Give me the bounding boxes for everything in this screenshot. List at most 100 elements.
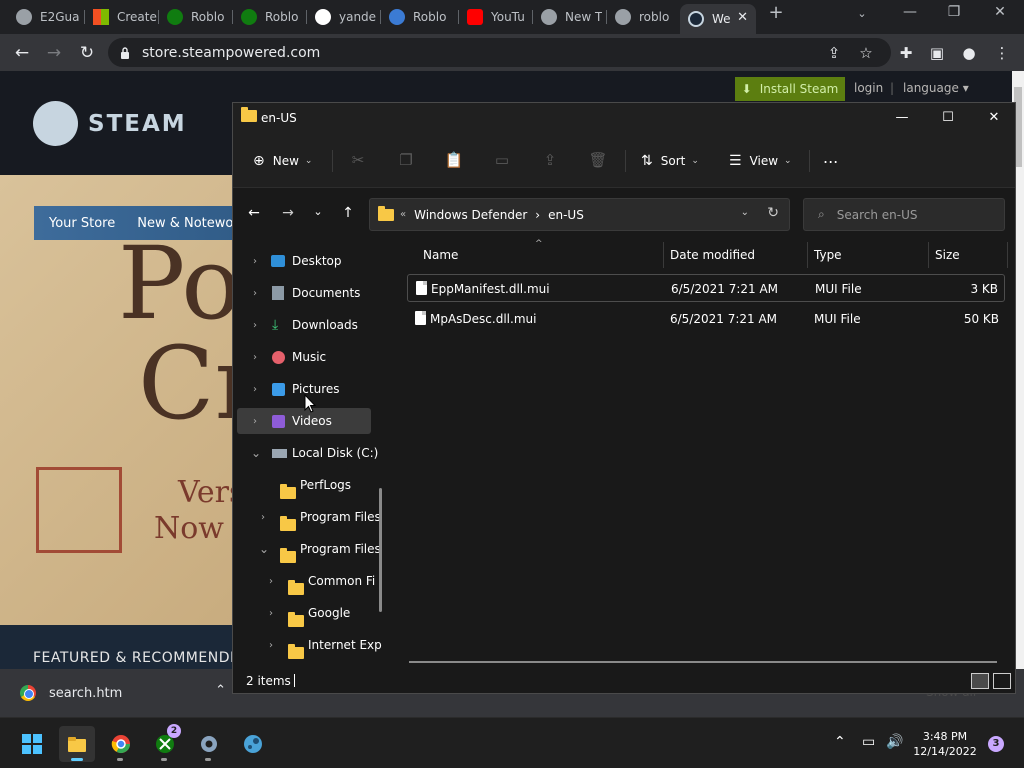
view-button[interactable]: ☰ View ⌄: [729, 150, 792, 172]
back-button[interactable]: ←: [243, 205, 265, 225]
recent-locations-button[interactable]: ⌄: [307, 205, 329, 225]
tiles-view-icon[interactable]: [993, 673, 1011, 689]
chevron-right-icon[interactable]: ›: [261, 512, 265, 523]
close-window-button[interactable]: ✕: [978, 4, 1022, 20]
install-steam-button[interactable]: ⬇ Install Steam: [735, 77, 845, 101]
back-button[interactable]: ←: [10, 41, 34, 65]
taskbar-file-explorer[interactable]: [59, 726, 95, 762]
nav-item-program-files[interactable]: › Program Files: [237, 504, 381, 531]
nav-your-store[interactable]: Your Store: [49, 216, 115, 231]
browser-tab[interactable]: E2Gua: [8, 4, 84, 30]
nav-item-perflogs[interactable]: PerfLogs: [237, 472, 371, 499]
browser-tab[interactable]: roblo: [607, 4, 679, 30]
volume-icon[interactable]: 🔊: [886, 734, 903, 750]
chevron-right-icon[interactable]: ›: [253, 352, 257, 363]
chevron-right-icon[interactable]: ›: [269, 608, 273, 619]
extensions-icon[interactable]: ✚: [895, 42, 917, 64]
clock[interactable]: 3:48 PM 12/14/2022: [910, 729, 980, 759]
language-dropdown[interactable]: language ▾: [903, 81, 969, 95]
forward-button[interactable]: →: [277, 205, 299, 225]
network-icon[interactable]: ▭: [862, 734, 875, 750]
chevron-up-icon[interactable]: ⌃: [215, 683, 226, 698]
explorer-address-bar[interactable]: « Windows Defender › en-US ⌄ ↻: [369, 198, 790, 231]
taskbar-xbox[interactable]: 2: [147, 724, 183, 762]
notification-count-badge[interactable]: 3: [988, 736, 1004, 752]
chevron-right-icon[interactable]: ›: [269, 576, 273, 587]
browser-tab[interactable]: New T: [533, 4, 605, 30]
breadcrumb-overflow[interactable]: «: [400, 209, 406, 220]
maximize-button[interactable]: ☐: [925, 107, 971, 129]
chevron-right-icon[interactable]: ›: [253, 416, 257, 427]
browser-tab[interactable]: Roblo: [381, 4, 457, 30]
details-view-icon[interactable]: [971, 673, 989, 689]
nav-item-internet-explorer[interactable]: › Internet Exp: [237, 632, 382, 659]
close-button[interactable]: ✕: [971, 107, 1017, 129]
nav-item-music[interactable]: › Music: [237, 344, 371, 370]
forward-button[interactable]: →: [42, 41, 66, 65]
minimize-button[interactable]: —: [888, 4, 932, 20]
browser-tab[interactable]: Create: [85, 4, 157, 30]
breadcrumb-separator[interactable]: ›: [535, 208, 540, 222]
chevron-down-icon[interactable]: ⌄: [259, 542, 269, 556]
chevron-down-icon[interactable]: ⌄: [741, 207, 749, 218]
chevron-right-icon[interactable]: ›: [253, 384, 257, 395]
sort-button[interactable]: ⇅ Sort ⌄: [641, 150, 699, 172]
cut-icon[interactable]: ✂: [347, 151, 369, 171]
paste-icon[interactable]: 📋: [443, 151, 465, 171]
new-tab-button[interactable]: +: [754, 2, 798, 23]
browser-tab[interactable]: Roblo: [233, 4, 305, 30]
browser-tab[interactable]: YouTu: [459, 4, 531, 30]
chrome-menu-icon[interactable]: ⋮: [991, 42, 1013, 64]
breadcrumb-windows-defender[interactable]: Windows Defender: [414, 208, 527, 222]
column-header-type[interactable]: Type: [814, 248, 842, 266]
nav-item-local-disk[interactable]: ⌄ Local Disk (C:): [237, 440, 378, 466]
reload-button[interactable]: ↻: [75, 41, 99, 65]
share-icon[interactable]: ⇪: [539, 151, 561, 171]
chevron-up-icon[interactable]: ⌃: [834, 734, 846, 750]
file-row[interactable]: MpAsDesc.dll.mui 6/5/2021 7:21 AM MUI Fi…: [407, 305, 1005, 333]
file-row[interactable]: EppManifest.dll.mui 6/5/2021 7:21 AM MUI…: [407, 274, 1005, 302]
nav-item-documents[interactable]: › Documents: [237, 280, 371, 306]
rename-icon[interactable]: ▭: [491, 151, 513, 171]
start-button[interactable]: [14, 726, 50, 762]
column-divider[interactable]: [807, 242, 808, 268]
side-panel-icon[interactable]: ▣: [926, 42, 948, 64]
search-box[interactable]: ⌕: [803, 198, 1005, 231]
minimize-button[interactable]: —: [879, 107, 925, 129]
browser-tab[interactable]: yande: [307, 4, 379, 30]
refresh-icon[interactable]: ↻: [767, 205, 779, 221]
more-options-button[interactable]: ...: [823, 146, 838, 168]
taskbar-settings[interactable]: [191, 726, 227, 762]
chevron-right-icon[interactable]: ›: [253, 320, 257, 331]
bookmark-star-icon[interactable]: ☆: [855, 42, 877, 64]
chevron-right-icon[interactable]: ›: [269, 640, 273, 651]
column-header-size[interactable]: Size: [935, 248, 960, 266]
nav-item-program-files-x86[interactable]: ⌄ Program Files: [237, 536, 381, 563]
horizontal-scrollbar[interactable]: [409, 661, 997, 663]
nav-item-desktop[interactable]: › Desktop: [237, 248, 371, 274]
maximize-button[interactable]: ❐: [932, 4, 976, 20]
nav-new-noteworthy[interactable]: New & Notewo: [137, 216, 233, 231]
column-header-name[interactable]: Name: [423, 248, 458, 266]
column-header-date[interactable]: Date modified: [670, 248, 755, 266]
column-divider[interactable]: [663, 242, 664, 268]
nav-item-downloads[interactable]: › ⤓ Downloads: [237, 312, 371, 338]
tab-search-icon[interactable]: ⌄: [840, 7, 884, 20]
share-icon[interactable]: ⇪: [823, 42, 845, 64]
profile-avatar-icon[interactable]: ●: [958, 42, 980, 64]
chevron-right-icon[interactable]: ›: [253, 256, 257, 267]
chevron-right-icon[interactable]: ›: [253, 288, 257, 299]
search-input[interactable]: [836, 207, 987, 222]
taskbar-steam[interactable]: [235, 726, 271, 762]
copy-icon[interactable]: ❐: [395, 151, 417, 171]
close-tab-icon[interactable]: ✕: [737, 10, 748, 25]
delete-icon[interactable]: 🗑: [587, 151, 609, 171]
browser-tab-active[interactable]: We ✕: [680, 4, 756, 34]
address-bar[interactable]: store.steampowered.com: [108, 38, 891, 67]
taskbar-chrome[interactable]: [103, 726, 139, 762]
steam-logo[interactable]: STEAM: [33, 101, 187, 146]
nav-item-common-files[interactable]: › Common Fi: [237, 568, 375, 595]
breadcrumb-en-us[interactable]: en-US: [548, 208, 584, 222]
login-link[interactable]: login: [854, 81, 883, 95]
column-divider[interactable]: [1007, 242, 1008, 268]
